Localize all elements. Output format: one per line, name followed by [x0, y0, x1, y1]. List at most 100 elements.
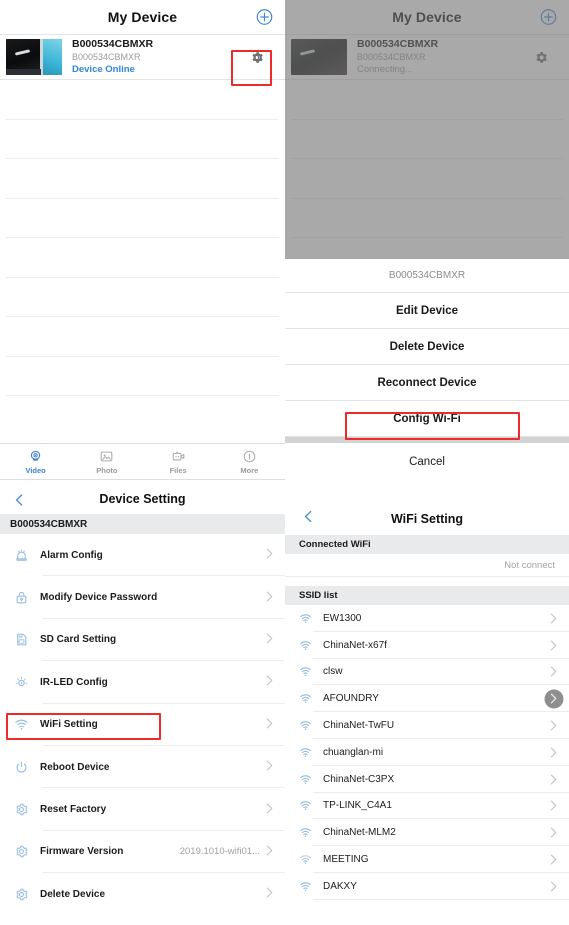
ssid-name: ChinaNet-C3PX — [323, 773, 395, 785]
tab-label: More — [240, 465, 259, 475]
action-cancel[interactable]: Cancel — [285, 443, 569, 481]
chevron-left-icon[interactable] — [303, 510, 314, 529]
device-setting-navbar: Device Setting — [0, 484, 285, 514]
wifi-icon — [299, 853, 323, 866]
setting-row-alarm-config[interactable]: Alarm Config — [0, 534, 285, 577]
action-sheet-title: B000534CBMXR — [285, 259, 569, 293]
ssid-item[interactable]: ChinaNet-C3PX — [285, 766, 569, 793]
setting-row-reboot-device[interactable]: Reboot Device — [0, 745, 285, 789]
tab-more[interactable]: More — [214, 444, 285, 479]
device-text-block: B000534CBMXR B000534CBMXR Device Online — [62, 38, 227, 76]
chevron-right-icon — [266, 631, 273, 649]
chevron-right-icon — [550, 666, 557, 677]
wifi-setting-navbar: WiFi Setting — [285, 503, 569, 535]
setting-row-firmware-version[interactable]: Firmware Version 2019.1010-wifi01... — [0, 830, 285, 874]
empty-row — [6, 159, 279, 199]
ssid-list-section-header: SSID list — [285, 586, 569, 605]
wifi-icon — [299, 773, 323, 786]
tab-files[interactable]: Files — [143, 444, 214, 479]
chevron-right-icon — [550, 747, 557, 758]
setting-label: Reset Factory — [40, 804, 107, 816]
setting-row-wifi-setting[interactable]: WiFi Setting — [0, 703, 285, 747]
empty-list-rows — [0, 80, 285, 396]
chevron-right-icon — [550, 827, 557, 838]
page-title: My Device — [107, 9, 178, 25]
device-settings-button[interactable] — [227, 34, 285, 80]
ssid-item[interactable]: EW1300 — [285, 605, 569, 632]
ssid-name: clsw — [323, 666, 343, 678]
ssid-name: AFOUNDRY — [323, 693, 379, 705]
ssid-name: EW1300 — [323, 612, 362, 624]
empty-row — [6, 278, 279, 317]
chevron-right-icon — [266, 885, 273, 903]
action-delete-device[interactable]: Delete Device — [285, 329, 569, 365]
device-uid: B000534CBMXR — [72, 52, 141, 62]
ssid-name: DAKXY — [323, 880, 357, 892]
chevron-right-icon — [550, 774, 557, 785]
device-list-screen: My Device B000534CBMXR B000534CBMXR Devi — [0, 0, 285, 440]
action-reconnect-device[interactable]: Reconnect Device — [285, 365, 569, 401]
chevron-right-icon[interactable] — [550, 693, 557, 704]
action-config-wifi[interactable]: Config Wi-Fi — [285, 401, 569, 437]
gear-icon — [251, 51, 263, 63]
ssid-name: MEETING — [323, 854, 369, 866]
device-name: B000534CBMXR — [72, 38, 154, 50]
ssid-item[interactable]: MEETING — [285, 846, 569, 873]
wifi-icon — [299, 880, 323, 893]
ssid-name: TP-LINK_C4A1 — [323, 800, 392, 812]
chevron-right-icon — [550, 881, 557, 892]
setting-row-delete-device[interactable]: Delete Device — [0, 873, 285, 916]
modal-dim-overlay[interactable] — [285, 0, 569, 259]
connected-wifi-section-header: Connected WiFi — [285, 535, 569, 554]
setting-row-modify-device-password[interactable]: Modify Device Password — [0, 576, 285, 620]
wifi-icon — [299, 665, 323, 678]
ssid-item[interactable]: ChinaNet-TwFU — [285, 712, 569, 739]
setting-row-ir-led-config[interactable]: IR-LED Config — [0, 661, 285, 704]
left-phone-panel: My Device B000534CBMXR B000534CBMXR Devi — [0, 0, 285, 925]
ssid-item[interactable]: clsw — [285, 659, 569, 686]
action-edit-device[interactable]: Edit Device — [285, 293, 569, 329]
ssid-name: ChinaNet-TwFU — [323, 720, 395, 732]
lock-icon — [14, 590, 40, 605]
ssid-name: chuanglan-mi — [323, 746, 384, 758]
ssid-item[interactable]: DAKXY — [285, 873, 569, 900]
plus-circle-icon[interactable] — [256, 9, 273, 26]
chevron-right-icon — [550, 800, 557, 811]
setting-label: Firmware Version — [40, 846, 124, 858]
connected-wifi-value: Not connect — [285, 554, 569, 577]
setting-label: Delete Device — [40, 888, 106, 900]
chevron-right-icon — [266, 589, 273, 607]
chevron-right-icon — [550, 854, 557, 865]
tab-video[interactable]: Video — [0, 444, 71, 479]
chevron-right-icon — [266, 843, 273, 861]
ssid-item[interactable]: chuanglan-mi — [285, 739, 569, 766]
ssid-item[interactable]: ChinaNet-x67f — [285, 632, 569, 659]
setting-row-sd-card-setting[interactable]: SD Card Setting — [0, 618, 285, 662]
ssid-item-selected[interactable]: AFOUNDRY — [285, 685, 569, 712]
photo-icon — [101, 451, 113, 461]
tab-photo[interactable]: Photo — [71, 444, 142, 479]
device-thumbnail — [6, 39, 62, 75]
power-icon — [14, 760, 40, 775]
wifi-icon — [299, 612, 323, 625]
info-circle-icon — [243, 450, 256, 462]
device-list-item[interactable]: B000534CBMXR B000534CBMXR Device Online — [0, 34, 285, 80]
setting-label: Reboot Device — [40, 761, 110, 773]
setting-row-reset-factory[interactable]: Reset Factory — [0, 788, 285, 832]
firmware-version-value: 2019.1010-wifi01... — [179, 846, 260, 858]
wifi-icon — [299, 719, 323, 732]
chevron-right-icon — [266, 758, 273, 776]
ssid-item[interactable]: ChinaNet-MLM2 — [285, 819, 569, 846]
chevron-right-icon — [266, 546, 273, 564]
alarm-bell-icon — [14, 548, 40, 563]
chevron-left-icon[interactable] — [14, 494, 25, 506]
device-setting-screen: Device Setting B000534CBMXR Alarm Config — [0, 484, 285, 925]
action-sheet: B000534CBMXR Edit Device Delete Device R… — [285, 259, 569, 481]
chevron-right-icon — [266, 673, 273, 691]
device-list-navbar: My Device — [0, 0, 285, 34]
ssid-item[interactable]: TP-LINK_C4A1 — [285, 793, 569, 820]
device-status: Device Online — [72, 64, 135, 75]
ir-led-icon — [14, 675, 40, 690]
setting-label: WiFi Setting — [40, 719, 98, 731]
empty-row — [6, 80, 279, 120]
